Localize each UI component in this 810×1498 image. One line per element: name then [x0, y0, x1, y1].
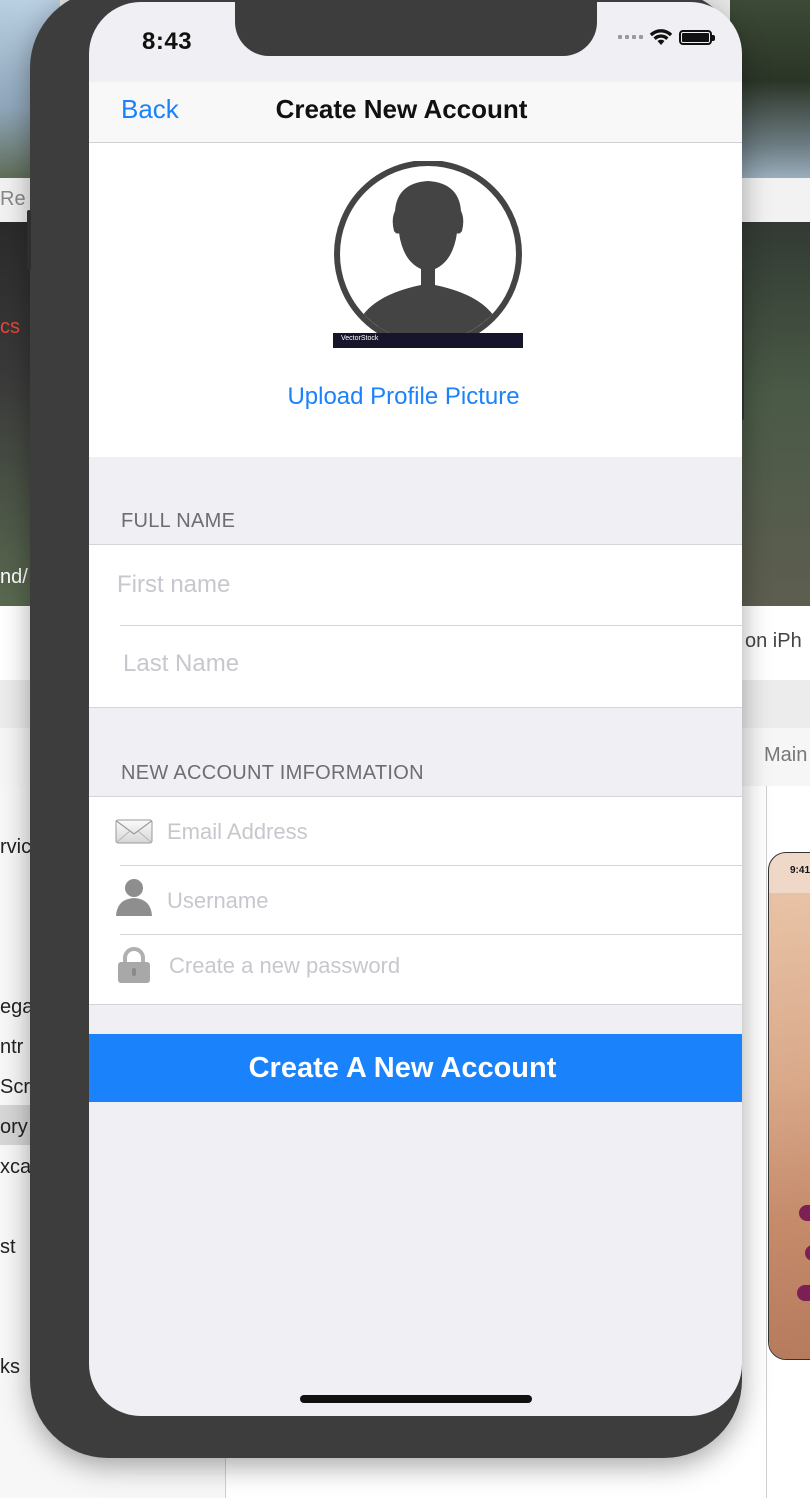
cellular-signal-icon [618, 35, 643, 39]
last-name-row [89, 626, 742, 706]
password-field[interactable] [167, 947, 719, 985]
preview-photo [769, 893, 810, 1359]
section-header-account-info: NEW ACCOUNT IMFORMATION [121, 762, 424, 784]
username-row [89, 866, 742, 934]
background-text: Main [764, 744, 808, 766]
create-account-button[interactable]: Create A New Account [89, 1034, 742, 1102]
background-text: ks [0, 1356, 20, 1378]
preview-photo-detail [799, 1205, 810, 1221]
background-text: on iPh [745, 630, 802, 652]
status-bar-time: 8:43 [142, 28, 193, 55]
background-text: rvic [0, 836, 32, 858]
storyboard-phone-preview: 9:41 [768, 852, 810, 1360]
email-field[interactable] [165, 813, 719, 851]
full-name-group [89, 544, 742, 708]
back-button[interactable]: Back [121, 94, 179, 125]
background-text: nd/ [0, 566, 28, 588]
battery-icon [679, 29, 715, 45]
background-text: Re [0, 188, 26, 210]
background-text: cs [0, 316, 20, 338]
home-indicator[interactable] [300, 1395, 532, 1403]
wifi-icon [649, 29, 673, 45]
account-info-group [89, 796, 742, 1005]
background-text: xca [0, 1156, 32, 1178]
profile-picture[interactable] [333, 160, 523, 349]
background-image-right [740, 222, 810, 607]
first-name-field[interactable] [115, 565, 719, 605]
image-watermark-strip: VectorStock [333, 333, 523, 348]
watermark-brand: VectorStock [341, 335, 379, 342]
password-row [89, 935, 742, 1003]
background-text: ega [0, 996, 34, 1018]
preview-photo-detail [797, 1285, 810, 1301]
section-header-full-name: FULL NAME [121, 510, 236, 532]
upload-profile-picture-button[interactable]: Upload Profile Picture [89, 383, 742, 411]
username-field[interactable] [165, 882, 719, 920]
email-row [89, 797, 742, 865]
simulator-device-frame: 8:43 Create New Account Back VectorStock… [27, 0, 744, 1458]
background-text: Scr [0, 1076, 30, 1098]
last-name-field[interactable] [121, 644, 715, 684]
page-title: Create New Account [275, 94, 528, 124]
lock-icon [118, 947, 150, 983]
envelope-icon [115, 819, 153, 844]
device-side-button [27, 210, 31, 270]
background-text: ntr [0, 1036, 24, 1058]
preview-status-time: 9:41 [790, 865, 810, 876]
navigation-bar: Create New Account Back [89, 82, 742, 143]
avatar-silhouette-icon [334, 160, 522, 348]
app-screen: 8:43 Create New Account Back VectorStock… [89, 2, 742, 1416]
preview-photo-detail [805, 1245, 810, 1261]
background-text: ory [0, 1116, 28, 1138]
profile-picture-section: VectorStock Upload Profile Picture [89, 143, 742, 457]
person-icon [116, 879, 152, 916]
status-bar-icons [618, 28, 715, 46]
device-notch [235, 2, 597, 56]
background-text: st [0, 1236, 16, 1258]
first-name-row [89, 545, 742, 625]
background-photo-right [730, 0, 810, 180]
